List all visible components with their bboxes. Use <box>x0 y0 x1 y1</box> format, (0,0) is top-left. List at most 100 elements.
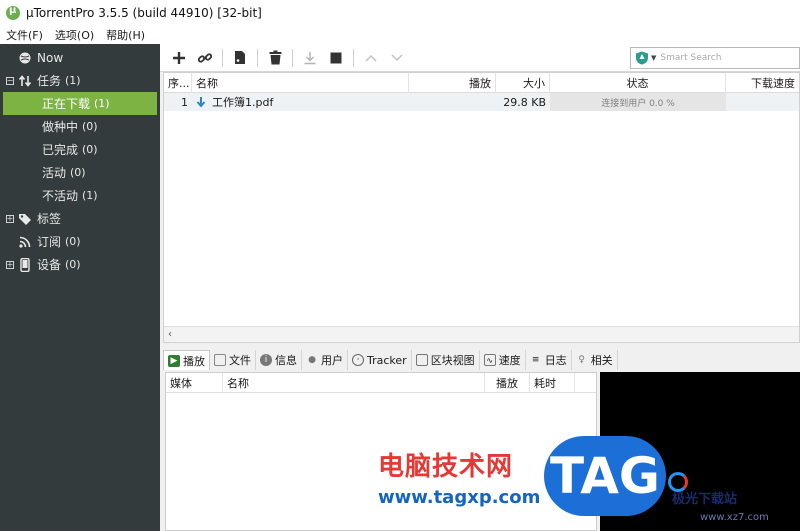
transfer-arrows-icon <box>18 74 32 88</box>
search-dropdown-icon[interactable]: ▼ <box>651 54 656 62</box>
smart-search-box[interactable]: ▼ Smart Search <box>630 47 800 69</box>
column-header-status[interactable]: 状态 <box>550 73 726 93</box>
menu-options[interactable]: 选项(O) <box>55 27 94 43</box>
bulb-icon: ♀ <box>578 355 585 365</box>
tab-label: 速度 <box>498 354 521 367</box>
sidebar-item-count: (0) <box>70 166 86 179</box>
sidebar-item-count: (1) <box>94 97 110 110</box>
tab-label: 区块视图 <box>430 354 475 367</box>
expand-icon[interactable]: + <box>6 214 14 223</box>
torrent-name: 工作簿1.pdf <box>212 96 274 109</box>
expand-icon[interactable]: + <box>6 260 14 269</box>
torrent-list: 序... 名称 播放 大小 状态 下载速度 1 工作簿1.pdf 29.8 KB… <box>163 72 800 343</box>
tab-logger[interactable]: ≡ 日志 <box>526 350 572 370</box>
sidebar-item-label: Now <box>37 50 64 65</box>
sidebar-item-devices[interactable]: + 设备 (0) <box>0 253 160 276</box>
toolbar-divider <box>353 48 354 67</box>
tag-icon <box>18 212 32 226</box>
torrent-status: 连接到用户 0.0 % <box>550 93 726 111</box>
tab-related[interactable]: ♀ 相关 <box>572 350 618 370</box>
stop-button[interactable] <box>323 46 349 70</box>
sidebar-item-completed[interactable]: 已完成 (0) <box>0 138 160 161</box>
folder-icon <box>214 354 226 366</box>
column-header-play[interactable]: 播放 <box>485 373 530 393</box>
chart-icon: ∿ <box>483 354 496 366</box>
download-icon <box>304 51 316 64</box>
torrent-play <box>409 93 496 111</box>
sidebar-item-labels[interactable]: + 标签 <box>0 207 160 230</box>
tab-pieces[interactable]: 区块视图 <box>412 350 480 370</box>
sidebar-item-active[interactable]: 活动 (0) <box>0 161 160 184</box>
sidebar-item-tasks[interactable]: − 任务 (1) <box>0 69 160 92</box>
sidebar-item-label: 已完成 <box>42 143 79 157</box>
toolbar-divider <box>292 48 293 67</box>
column-header-download-speed[interactable]: 下载速度 <box>726 73 799 93</box>
remove-button[interactable] <box>262 46 288 70</box>
tab-play[interactable]: ▶ 播放 <box>163 350 210 370</box>
sidebar-item-downloading[interactable]: 正在下载 (1) <box>3 92 157 115</box>
tab-label: 文件 <box>229 354 251 367</box>
shield-icon <box>636 51 648 65</box>
tab-tracker[interactable]: · Tracker <box>348 350 412 370</box>
column-header-media[interactable]: 媒体 <box>166 373 223 393</box>
sidebar-item-inactive[interactable]: 不活动 (1) <box>0 184 160 207</box>
detail-tabs: ▶ 播放 文件 i 信息 ● 用户 · Tracker 区块视图 ∿ 速度 ≡ … <box>163 349 800 370</box>
column-header-size[interactable]: 大小 <box>496 73 550 93</box>
chevron-down-icon <box>391 53 403 61</box>
media-list-header: 媒体 名称 播放 耗时 <box>166 373 596 393</box>
tab-label: Tracker <box>367 353 407 367</box>
add-torrent-button[interactable] <box>166 46 192 70</box>
add-url-button[interactable] <box>192 46 218 70</box>
column-header-duration[interactable]: 耗时 <box>530 373 575 393</box>
sidebar-item-label: 标签 <box>37 212 62 226</box>
sidebar: Now − 任务 (1) 正在下载 (1) 做种中 (0) 已完成 (0) 活动… <box>0 44 160 531</box>
search-input[interactable]: Smart Search <box>660 53 721 63</box>
column-header-name[interactable]: 名称 <box>223 373 485 393</box>
menu-help[interactable]: 帮助(H) <box>106 27 145 43</box>
column-header-name[interactable]: 名称 <box>192 73 409 93</box>
tab-files[interactable]: 文件 <box>210 350 256 370</box>
watermark-site: 极光下载站 <box>672 492 738 507</box>
sidebar-item-seeding[interactable]: 做种中 (0) <box>0 115 160 138</box>
start-download-button[interactable] <box>297 46 323 70</box>
tab-peers[interactable]: ● 用户 <box>302 350 348 370</box>
trash-icon <box>269 50 281 65</box>
watermark-brand: 电脑技术网 <box>378 452 514 482</box>
sidebar-item-feeds[interactable]: 订阅 (0) <box>0 230 160 253</box>
column-header-play[interactable]: 播放 <box>409 73 496 93</box>
sidebar-item-label: 做种中 <box>42 120 79 134</box>
sidebar-item-count: (1) <box>65 74 81 87</box>
move-up-button[interactable] <box>358 46 384 70</box>
table-row[interactable]: 1 工作簿1.pdf 29.8 KB 连接到用户 0.0 % <box>164 93 799 111</box>
info-icon: i <box>260 354 272 366</box>
sidebar-item-label: 活动 <box>42 166 67 180</box>
collapse-icon[interactable]: − <box>6 76 14 85</box>
tab-label: 播放 <box>183 354 205 368</box>
toolbar-divider <box>257 48 258 67</box>
tab-info[interactable]: i 信息 <box>256 350 302 370</box>
create-torrent-button[interactable] <box>227 46 253 70</box>
move-down-button[interactable] <box>384 46 410 70</box>
tab-label: 信息 <box>275 354 297 367</box>
tab-label: 用户 <box>321 354 343 367</box>
utorrent-logo-icon <box>6 5 20 20</box>
sidebar-item-count: (1) <box>82 189 98 202</box>
menu-file[interactable]: 文件(F) <box>6 27 43 43</box>
sidebar-item-label: 不活动 <box>42 189 79 203</box>
torrent-name-cell: 工作簿1.pdf <box>192 93 409 111</box>
tab-speed[interactable]: ∿ 速度 <box>480 350 526 370</box>
rss-icon <box>18 235 32 249</box>
sidebar-item-now[interactable]: Now <box>0 46 160 69</box>
torrent-list-header: 序... 名称 播放 大小 状态 下载速度 <box>164 73 799 93</box>
scroll-left-icon[interactable]: ‹ <box>168 329 172 340</box>
watermark-tag-logo: TAG <box>544 436 666 516</box>
sidebar-item-count: (0) <box>82 120 98 133</box>
users-icon: ● <box>308 355 316 365</box>
sidebar-item-label: 正在下载 <box>42 97 91 111</box>
torrent-download-speed <box>726 93 799 111</box>
plus-icon <box>173 51 185 64</box>
sidebar-item-count: (0) <box>82 143 98 156</box>
column-header-index[interactable]: 序... <box>164 73 192 93</box>
horizontal-scrollbar[interactable]: ‹ <box>164 326 799 342</box>
toolbar: ▼ Smart Search <box>160 44 800 72</box>
